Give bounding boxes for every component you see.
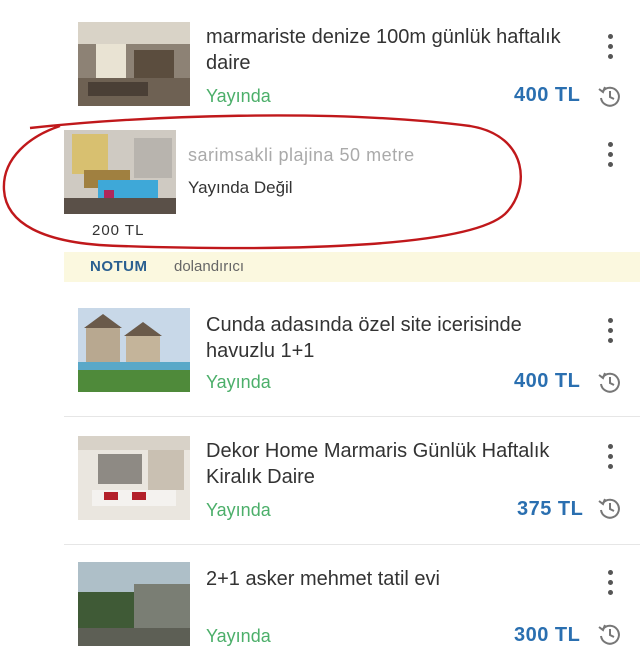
listing-price: 375 TL bbox=[517, 498, 584, 520]
listing-status: Yayında bbox=[206, 626, 271, 646]
listing-title[interactable]: Dekor Home Marmaris Günlük Haftalık Kira… bbox=[206, 438, 586, 490]
listing-title[interactable]: sarimsakli plajina 50 metre bbox=[188, 142, 568, 168]
note-text: dolandırıcı bbox=[174, 258, 245, 275]
listing-status: Yayında Değil bbox=[188, 178, 293, 197]
listing-title[interactable]: 2+1 asker mehmet tatil evi bbox=[206, 566, 586, 592]
listing-status: Yayında bbox=[206, 500, 271, 520]
listing-card[interactable]: Cunda adasında özel site icerisinde havu… bbox=[64, 296, 640, 417]
listing-photo[interactable] bbox=[78, 308, 190, 392]
listing-card[interactable]: 2+1 asker mehmet tatil evi Yayında 300 T… bbox=[64, 552, 640, 657]
listing-price: 300 TL bbox=[514, 624, 581, 646]
listing-card[interactable]: Dekor Home Marmaris Günlük Haftalık Kira… bbox=[64, 424, 640, 545]
listing-status: Yayında bbox=[206, 86, 271, 106]
history-icon[interactable] bbox=[596, 620, 624, 648]
listing-title[interactable]: marmariste denize 100m günlük haftalık d… bbox=[206, 24, 586, 76]
more-options-icon[interactable] bbox=[606, 142, 614, 172]
listing-price: 400 TL bbox=[514, 370, 581, 392]
listing-photo[interactable] bbox=[78, 22, 190, 106]
listing-photo-price: 200 TL bbox=[92, 222, 145, 239]
listing-status: Yayında bbox=[206, 372, 271, 392]
listing-card[interactable]: marmariste denize 100m günlük haftalık d… bbox=[64, 0, 640, 119]
more-options-icon[interactable] bbox=[606, 34, 614, 64]
listing-photo[interactable] bbox=[78, 562, 190, 646]
listing-photo[interactable] bbox=[78, 436, 190, 520]
listing-card[interactable]: 200 TL sarimsakli plajina 50 metre Yayın… bbox=[64, 118, 640, 252]
more-options-icon[interactable] bbox=[606, 444, 614, 474]
history-icon[interactable] bbox=[596, 368, 624, 396]
more-options-icon[interactable] bbox=[606, 318, 614, 348]
listing-price: 400 TL bbox=[514, 84, 581, 106]
note-strip: NOTUM dolandırıcı bbox=[64, 252, 640, 282]
listing-photo[interactable] bbox=[64, 130, 176, 214]
history-icon[interactable] bbox=[596, 82, 624, 110]
note-label: NOTUM bbox=[90, 258, 148, 275]
listing-title[interactable]: Cunda adasında özel site icerisinde havu… bbox=[206, 312, 586, 364]
history-icon[interactable] bbox=[596, 494, 624, 522]
more-options-icon[interactable] bbox=[606, 570, 614, 600]
